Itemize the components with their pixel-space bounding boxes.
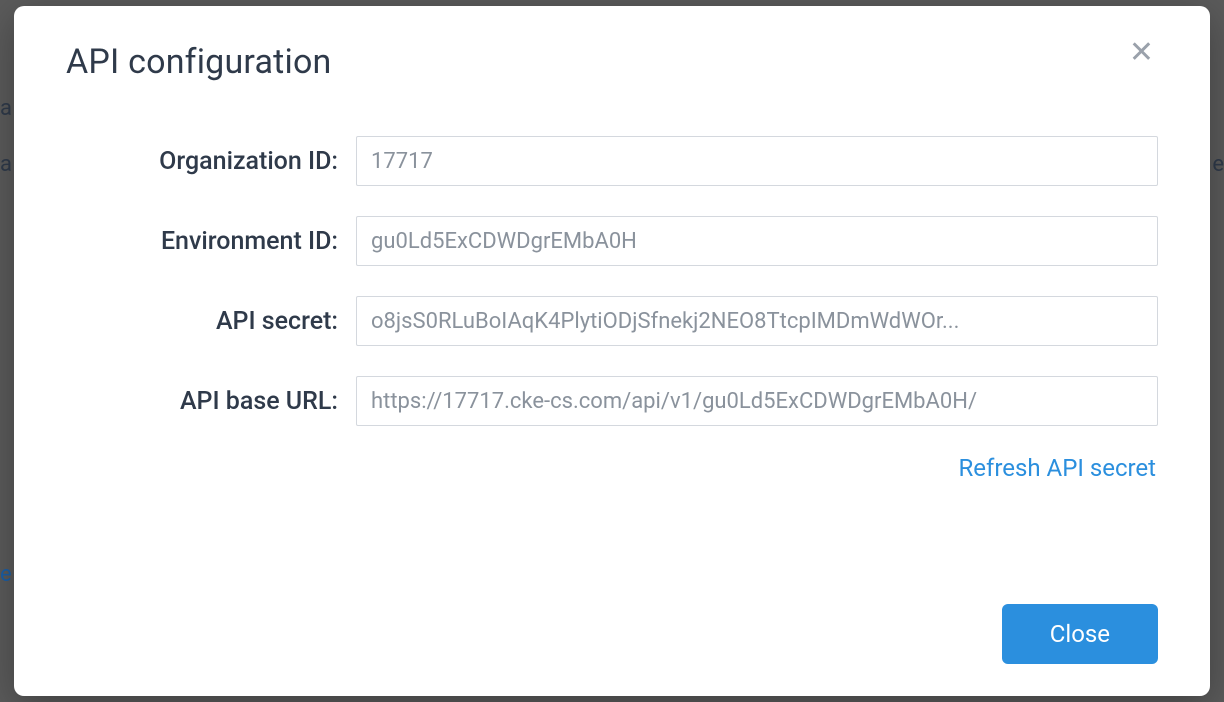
- organization-id-label: Organization ID:: [66, 147, 356, 176]
- bg-fragment: a: [0, 96, 12, 121]
- environment-id-label: Environment ID:: [66, 227, 356, 256]
- modal-footer: Close: [66, 574, 1158, 664]
- bg-fragment: e: [1212, 152, 1224, 177]
- environment-id-input[interactable]: [356, 216, 1158, 266]
- refresh-api-secret-link[interactable]: Refresh API secret: [959, 454, 1157, 482]
- bg-fragment: e: [0, 562, 12, 587]
- organization-id-input[interactable]: [356, 136, 1158, 186]
- refresh-link-row: Refresh API secret: [66, 454, 1158, 482]
- api-base-url-row: API base URL:: [66, 376, 1158, 426]
- organization-id-row: Organization ID:: [66, 136, 1158, 186]
- api-secret-label: API secret:: [66, 307, 356, 336]
- bg-fragment: a: [0, 152, 12, 177]
- close-button[interactable]: Close: [1002, 604, 1158, 664]
- environment-id-row: Environment ID:: [66, 216, 1158, 266]
- api-base-url-label: API base URL:: [66, 387, 356, 416]
- api-base-url-input[interactable]: [356, 376, 1158, 426]
- api-secret-row: API secret:: [66, 296, 1158, 346]
- api-secret-input[interactable]: [356, 296, 1158, 346]
- api-configuration-modal: API configuration ✕ Organization ID: Env…: [14, 6, 1210, 696]
- modal-header: API configuration ✕: [66, 42, 1158, 82]
- close-icon[interactable]: ✕: [1125, 38, 1158, 68]
- modal-title: API configuration: [66, 42, 332, 82]
